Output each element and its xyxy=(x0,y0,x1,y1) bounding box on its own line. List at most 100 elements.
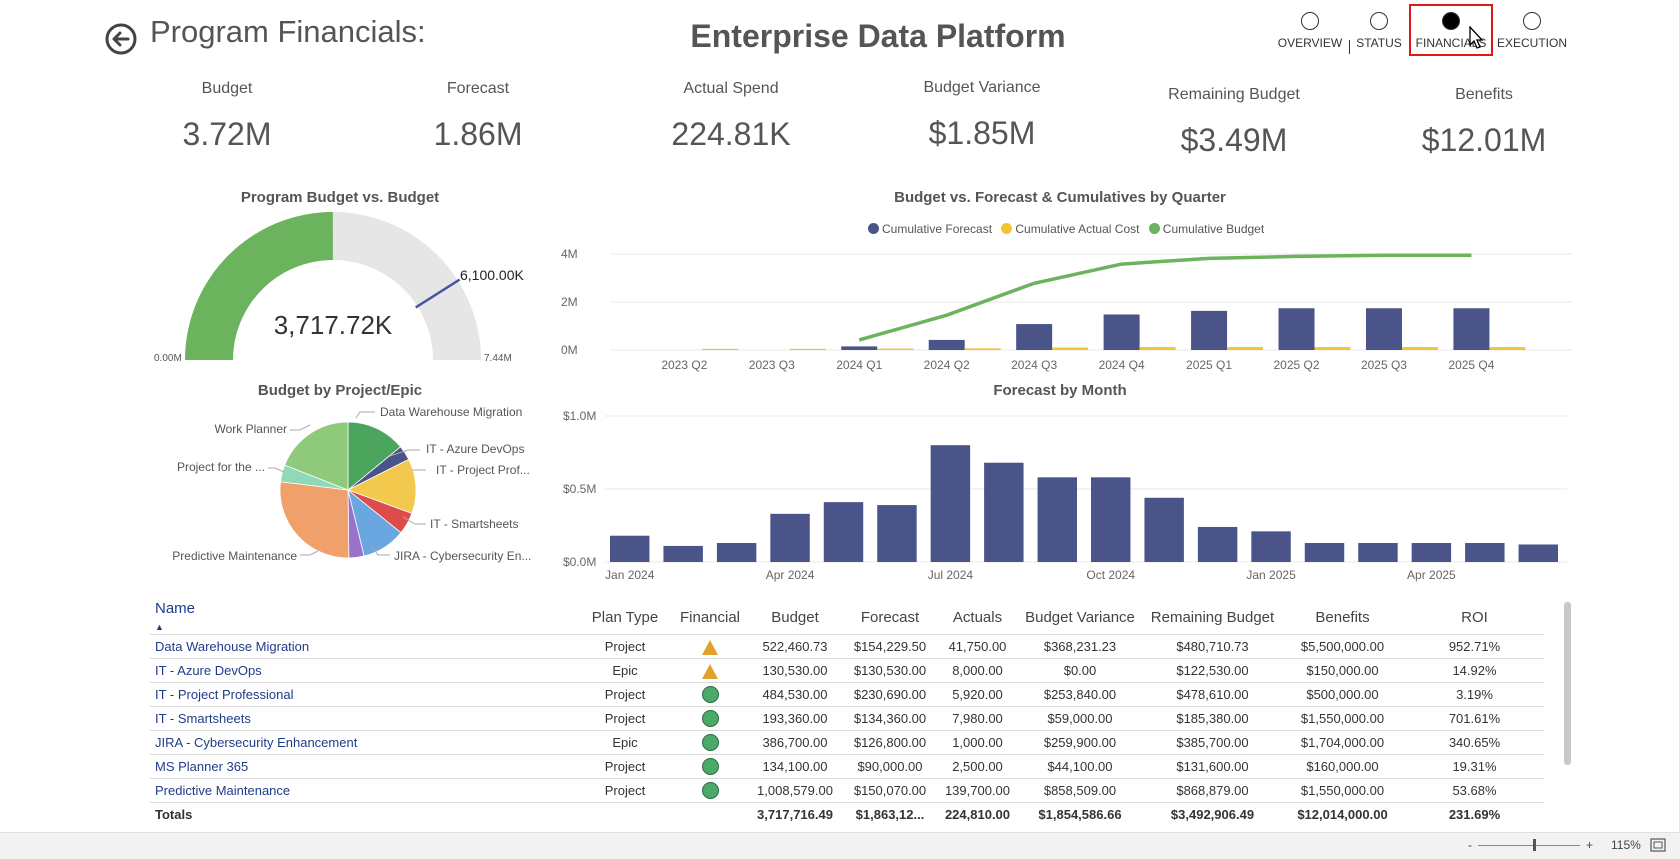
bar-cumulative-forecast xyxy=(1365,308,1402,350)
mouse-cursor-icon xyxy=(1469,26,1484,49)
cell-forecast: $126,800.00 xyxy=(840,730,940,755)
legend-dot xyxy=(1001,223,1013,234)
table-row[interactable]: MS Planner 365 Project 134,100.00 $90,00… xyxy=(150,754,1544,779)
cell-benefits: $5,500,000.00 xyxy=(1280,634,1405,659)
cell-forecast: $150,070.00 xyxy=(840,778,940,803)
table-scrollbar[interactable] xyxy=(1564,602,1571,765)
cell-remaining-budget: $122,530.00 xyxy=(1145,658,1280,683)
gauge-value-label: 3,717.72K xyxy=(274,310,393,340)
column-header-remaining-budget[interactable]: Remaining Budget xyxy=(1145,600,1280,635)
cell-budget-variance: $259,900.00 xyxy=(1015,730,1145,755)
cell-financial xyxy=(670,802,750,826)
cell-name: Predictive Maintenance xyxy=(150,778,580,803)
pie-label-data-warehouse: Data Warehouse Migration xyxy=(380,405,522,419)
column-header-benefits[interactable]: Benefits xyxy=(1280,600,1405,635)
forecast-bar xyxy=(1251,531,1291,562)
cell-actuals: 139,700.00 xyxy=(940,778,1015,803)
cell-plan-type: Project xyxy=(580,778,670,803)
zoom-in-button[interactable]: + xyxy=(1586,838,1593,852)
green-circle-icon xyxy=(701,782,719,800)
gauge-min-label: 0.00M xyxy=(154,353,182,364)
cell-forecast: $154,229.50 xyxy=(840,634,940,659)
kpi-label: Forecast xyxy=(446,80,510,97)
fit-to-page-icon[interactable] xyxy=(1650,838,1666,852)
forecast-bar xyxy=(770,513,810,562)
cell-roi: 14.92% xyxy=(1405,658,1544,683)
column-header-label: Name xyxy=(155,600,196,617)
column-header-financial[interactable]: Financial xyxy=(670,600,750,635)
table-row[interactable]: IT - Project Professional Project 484,53… xyxy=(150,682,1544,707)
forecast-bar xyxy=(1411,543,1452,562)
pie-label-smartsheets: IT - Smartsheets xyxy=(430,517,518,531)
cell-financial xyxy=(670,682,750,707)
column-header-name[interactable]: Name ▲ xyxy=(150,600,580,635)
cell-remaining-budget: $385,700.00 xyxy=(1145,730,1280,755)
column-header-budget-variance[interactable]: Budget Variance xyxy=(1015,600,1145,635)
x-tick: 2024 Q4 xyxy=(1099,358,1145,372)
x-tick: Jan 2024 xyxy=(605,568,655,582)
forecast-bar xyxy=(1304,543,1345,562)
cell-plan-type: Project xyxy=(580,634,670,659)
x-tick: Oct 2024 xyxy=(1086,568,1135,582)
x-tick: 2025 Q3 xyxy=(1361,358,1407,372)
warning-triangle-icon xyxy=(702,663,718,679)
pie-label-project-for: Project for the ... xyxy=(177,460,265,474)
legend-label: Cumulative Actual Cost xyxy=(1015,222,1140,236)
cell-benefits: $1,704,000.00 xyxy=(1280,730,1405,755)
cell-remaining-budget: $480,710.73 xyxy=(1145,634,1280,659)
forecast-bar xyxy=(984,462,1024,562)
column-header-roi[interactable]: ROI xyxy=(1405,600,1544,635)
cell-plan-type: Project xyxy=(580,706,670,731)
cell-budget-variance: $59,000.00 xyxy=(1015,706,1145,731)
y-tick: 4M xyxy=(561,247,578,261)
cell-plan-type: Project xyxy=(580,754,670,779)
cell-budget-variance: $368,231.23 xyxy=(1015,634,1145,659)
month-chart-title: Forecast by Month xyxy=(993,382,1127,399)
table-header-row: Name ▲ Plan Type Financial Budget Forecas… xyxy=(150,600,1544,635)
cell-actuals: 41,750.00 xyxy=(940,634,1015,659)
leader-line xyxy=(268,467,285,473)
column-header-actuals[interactable]: Actuals xyxy=(940,600,1015,635)
forecast-bar xyxy=(1465,543,1505,562)
radio-icon xyxy=(1301,12,1319,30)
cell-remaining-budget: $478,610.00 xyxy=(1145,682,1280,707)
forecast-bar xyxy=(663,545,703,562)
cell-financial xyxy=(670,730,750,755)
kpi-value: 1.86M xyxy=(433,116,523,152)
bar-cumulative-actual-cost xyxy=(789,348,826,350)
kpi-label: Benefits xyxy=(1455,86,1513,103)
nav-status[interactable]: STATUS xyxy=(1339,12,1419,50)
cell-budget-variance: $0.00 xyxy=(1015,658,1145,683)
table-row[interactable]: Predictive Maintenance Project 1,008,579… xyxy=(150,778,1544,803)
nav-execution[interactable]: EXECUTION xyxy=(1492,12,1572,50)
bar-cumulative-actual-cost xyxy=(1314,347,1351,350)
zoom-out-button[interactable]: - xyxy=(1468,838,1472,852)
x-tick: 2024 Q3 xyxy=(1011,358,1057,372)
column-header-plan-type[interactable]: Plan Type xyxy=(580,600,670,635)
zoom-slider-thumb[interactable] xyxy=(1533,839,1537,851)
column-header-forecast[interactable]: Forecast xyxy=(840,600,940,635)
table-row[interactable]: IT - Azure DevOps Epic 130,530.00 $130,5… xyxy=(150,658,1544,683)
bar-cumulative-forecast xyxy=(1191,310,1228,350)
cell-financial xyxy=(670,634,750,659)
nav-overview[interactable]: OVERVIEW xyxy=(1270,12,1350,50)
bar-cumulative-actual-cost xyxy=(1401,347,1438,350)
forecast-bar xyxy=(877,505,917,562)
bar-cumulative-actual-cost xyxy=(877,348,914,350)
y-tick: 2M xyxy=(561,295,578,309)
cell-name: IT - Project Professional xyxy=(150,682,580,707)
nav-label: STATUS xyxy=(1356,36,1402,50)
kpi-budget: Budget 3.72M xyxy=(117,80,337,153)
column-header-budget[interactable]: Budget xyxy=(750,600,840,635)
sort-ascending-icon: ▲ xyxy=(155,622,164,632)
zoom-slider-track[interactable] xyxy=(1478,845,1580,846)
cell-actuals: 8,000.00 xyxy=(940,658,1015,683)
table-row[interactable]: IT - Smartsheets Project 193,360.00 $134… xyxy=(150,706,1544,731)
financials-table: Name ▲ Plan Type Financial Budget Forecas… xyxy=(150,600,1544,826)
cell-forecast: $90,000.00 xyxy=(840,754,940,779)
x-tick: 2025 Q1 xyxy=(1186,358,1232,372)
table-row[interactable]: JIRA - Cybersecurity Enhancement Epic 38… xyxy=(150,730,1544,755)
table-row[interactable]: Data Warehouse Migration Project 522,460… xyxy=(150,634,1544,659)
cell-name: JIRA - Cybersecurity Enhancement xyxy=(150,730,580,755)
kpi-label: Remaining Budget xyxy=(1168,86,1300,103)
